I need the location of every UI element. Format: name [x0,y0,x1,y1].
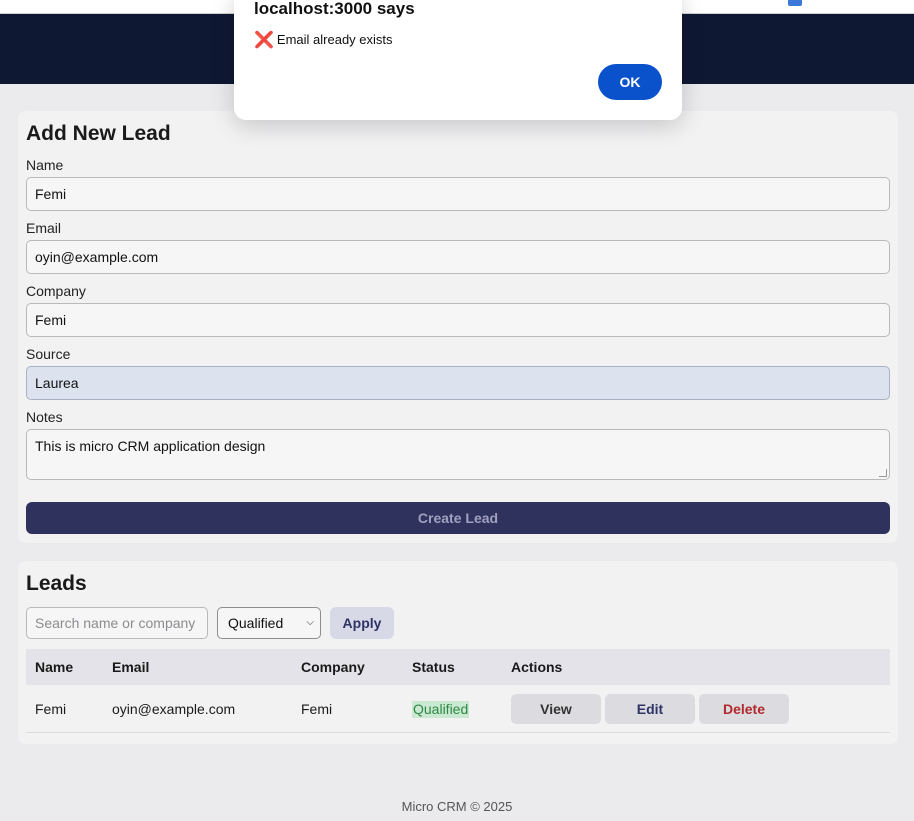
notes-label: Notes [26,409,63,425]
table-header: Name Email Company Status Actions [26,649,890,685]
company-input[interactable]: Femi [26,303,890,337]
extension-icon[interactable] [788,0,802,6]
email-label: Email [26,220,62,236]
cell-name: Femi [35,701,67,717]
dialog-message-text: Email already exists [276,32,393,47]
add-lead-card: Add New Lead Name Femi Email oyin@exampl… [18,111,898,543]
column-header-name: Name [35,659,74,675]
name-label: Name [26,157,64,173]
ok-button[interactable]: OK [598,64,662,100]
column-header-company: Company [301,659,365,675]
email-input[interactable]: oyin@example.com [26,240,890,274]
dialog-title: localhost:3000 says [254,0,415,18]
leads-card: Leads Search name or company Qualified ⌵… [18,561,898,744]
table-row: Femi oyin@example.com Femi Qualified Vie… [26,685,890,733]
view-button[interactable]: View [511,694,601,724]
create-lead-button[interactable]: Create Lead [26,502,890,534]
chevron-down-icon: ⌵ [306,617,314,628]
source-input[interactable]: Laurea [26,366,890,400]
notes-textarea[interactable]: This is micro CRM application design [26,429,890,480]
footer-text: Micro CRM © 2025 [401,799,513,814]
delete-button[interactable]: Delete [699,694,789,724]
cell-company: Femi [301,701,333,717]
status-filter-select[interactable]: Qualified ⌵ [217,607,321,639]
source-label: Source [26,346,71,362]
cell-email: oyin@example.com [112,701,236,717]
company-label: Company [26,283,86,299]
search-input[interactable]: Search name or company [26,607,208,639]
error-x-icon: ❌ [254,32,274,49]
column-header-email: Email [112,659,150,675]
alert-dialog: localhost:3000 says ❌ Email already exist… [234,0,682,120]
resize-handle-icon[interactable] [879,469,887,477]
column-header-status: Status [412,659,455,675]
notes-text: This is micro CRM application design [35,438,266,454]
name-input[interactable]: Femi [26,177,890,211]
column-header-actions: Actions [511,659,563,675]
dialog-message: ❌ Email already exists [254,30,393,50]
form-title: Add New Lead [26,122,171,145]
status-filter-value: Qualified [228,615,284,631]
apply-button[interactable]: Apply [330,607,394,639]
status-badge: Qualified [412,701,470,718]
edit-button[interactable]: Edit [605,694,695,724]
leads-title: Leads [26,572,87,595]
